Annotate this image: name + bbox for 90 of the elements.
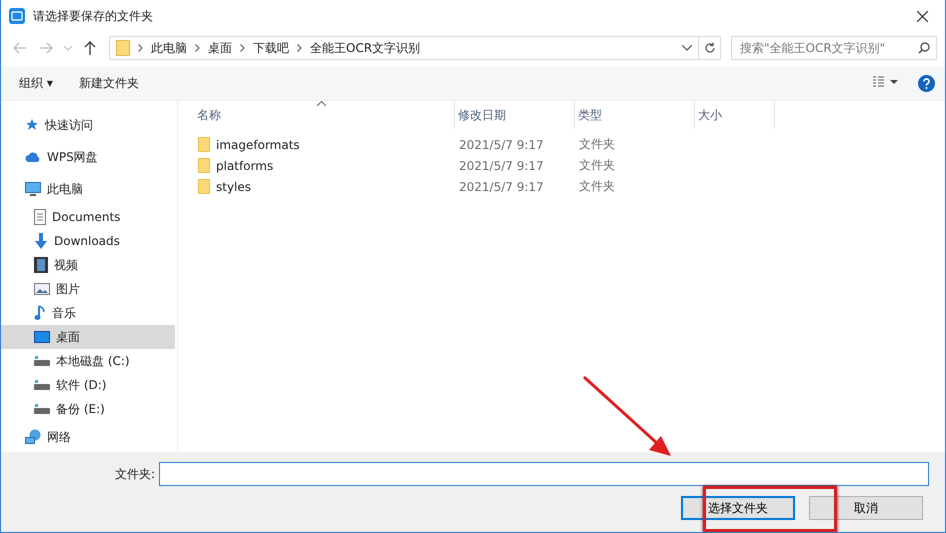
desktop-icon — [34, 331, 50, 343]
organize-menu[interactable]: 组织 ▾ — [11, 70, 61, 96]
sidebar-item[interactable]: 视频 — [1, 253, 177, 277]
sidebar-label: 网络 — [47, 428, 71, 446]
dropdown-caret-icon — [682, 45, 692, 51]
folder-icon — [198, 179, 210, 194]
sidebar-label: 图片 — [56, 280, 80, 298]
help-icon — [918, 74, 935, 92]
document-icon — [34, 209, 46, 225]
sidebar-label: 本地磁盘 (C:) — [56, 352, 130, 370]
caret-icon — [64, 46, 72, 50]
sidebar-item[interactable]: 此电脑 — [1, 173, 177, 205]
date-modified: 2021/5/7 9:17 — [459, 158, 544, 172]
folder-input-field[interactable] — [159, 462, 929, 486]
sidebar-item[interactable]: 网络 — [1, 421, 177, 453]
sidebar-label: 视频 — [54, 256, 78, 274]
breadcrumb[interactable]: 全能王OCR文字识别 — [310, 40, 420, 56]
column-header[interactable]: 类型 — [575, 101, 695, 129]
file-name: imageformats — [216, 138, 300, 152]
chevron-icon — [195, 44, 200, 52]
breadcrumb[interactable]: 下载吧 — [253, 40, 289, 56]
sidebar-item[interactable]: 备份 (E:) — [1, 397, 177, 421]
sidebar-label: Documents — [52, 210, 120, 224]
window-title: 请选择要保存的文件夹 — [33, 8, 154, 24]
breadcrumb[interactable]: 此电脑 — [151, 40, 187, 56]
sort-up-icon — [317, 101, 326, 106]
column-header[interactable]: 修改日期 — [455, 101, 575, 129]
sidebar-item[interactable]: 图片 — [1, 277, 177, 301]
file-row[interactable]: imageformats 2021/5/7 9:17 文件夹 — [194, 134, 945, 155]
monitor-icon — [25, 182, 41, 196]
column-header[interactable]: 大小 — [695, 101, 775, 129]
app-icon — [9, 8, 25, 24]
sidebar-label: 音乐 — [52, 304, 76, 322]
sidebar-label: 此电脑 — [47, 180, 83, 198]
drive-icon — [34, 380, 50, 390]
up-arrow-icon — [84, 41, 96, 55]
file-name: platforms — [216, 158, 274, 172]
cloud-icon — [25, 151, 41, 163]
folder-icon — [198, 137, 210, 152]
close-icon — [916, 10, 928, 22]
file-row[interactable]: platforms 2021/5/7 9:17 文件夹 — [194, 155, 945, 176]
drive-icon — [34, 404, 50, 414]
sidebar-label: 备份 (E:) — [56, 400, 105, 418]
sidebar-item[interactable]: 本地磁盘 (C:) — [1, 349, 177, 373]
file-type: 文件夹 — [579, 136, 615, 153]
search-field[interactable]: 搜索"全能王OCR文字识别" — [731, 36, 937, 60]
download-arrow-icon — [34, 233, 48, 249]
sidebar-item[interactable]: Documents — [1, 205, 177, 229]
network-icon — [25, 429, 41, 445]
new-folder-button[interactable]: 新建文件夹 — [70, 70, 147, 96]
drive-icon — [34, 356, 50, 366]
sidebar-label: 快速访问 — [45, 116, 93, 134]
date-modified: 2021/5/7 9:17 — [459, 180, 544, 194]
chevron-icon — [138, 44, 143, 52]
file-type: 文件夹 — [579, 157, 615, 174]
file-type: 文件夹 — [579, 178, 615, 195]
sidebar-item[interactable]: WPS网盘 — [1, 141, 177, 173]
folder-icon — [116, 40, 130, 56]
chevron-icon — [240, 44, 245, 52]
sidebar-item[interactable]: 软件 (D:) — [1, 373, 177, 397]
sidebar-item[interactable]: 桌面 — [1, 325, 175, 349]
help-button[interactable] — [916, 72, 937, 94]
sidebar-label: WPS网盘 — [47, 148, 98, 166]
music-note-icon — [34, 305, 46, 321]
film-icon — [34, 257, 48, 273]
date-modified: 2021/5/7 9:17 — [459, 138, 544, 152]
sidebar-label: Downloads — [54, 234, 120, 248]
refresh-icon — [704, 42, 716, 54]
folder-icon — [198, 158, 210, 173]
chevron-icon — [297, 44, 302, 52]
sidebar-item[interactable]: 快速访问 — [1, 109, 177, 141]
breadcrumb[interactable]: 桌面 — [208, 40, 232, 56]
sidebar-item[interactable]: Downloads — [1, 229, 177, 253]
file-row[interactable]: styles 2021/5/7 9:17 文件夹 — [194, 176, 945, 197]
file-name: styles — [216, 180, 252, 194]
dialog-button[interactable]: 选择文件夹 — [681, 496, 795, 520]
address-bar[interactable]: 此电脑 桌面 下载吧 全能王OCR文字识别 — [109, 36, 699, 60]
sidebar-label: 桌面 — [56, 328, 80, 346]
folder-label: 文件夹: — [114, 466, 155, 482]
sidebar-label: 软件 (D:) — [56, 376, 106, 394]
list-view-icon — [872, 76, 898, 88]
picture-icon — [34, 283, 50, 295]
back-arrow-icon — [13, 42, 27, 54]
sidebar-item[interactable]: 音乐 — [1, 301, 177, 325]
refresh-button[interactable] — [699, 36, 721, 60]
star-icon — [25, 118, 39, 132]
dialog-button[interactable]: 取消 — [809, 496, 923, 520]
column-header[interactable]: 名称 — [194, 101, 455, 129]
search-icon — [918, 42, 930, 54]
forward-arrow-icon — [39, 42, 53, 54]
